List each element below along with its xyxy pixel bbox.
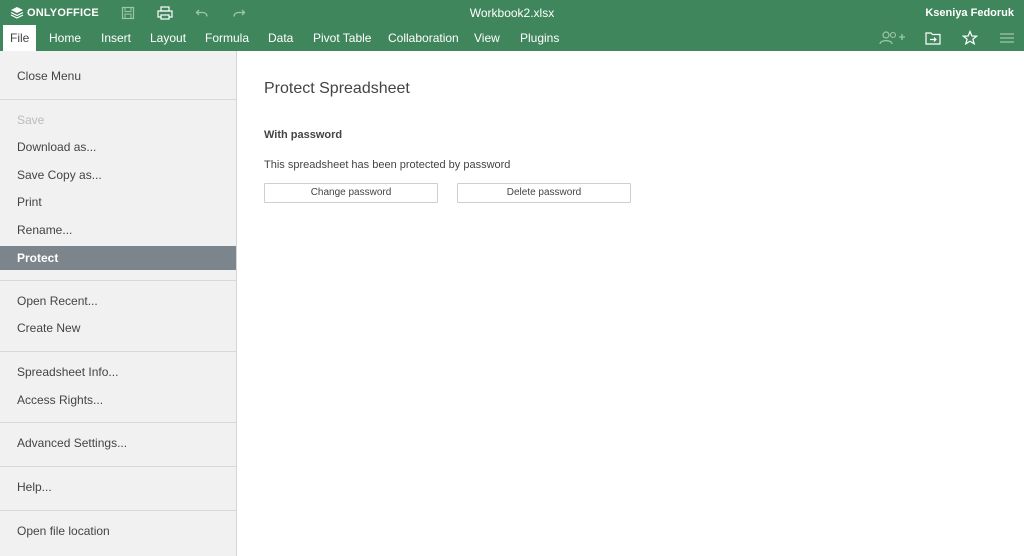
menu-separator xyxy=(0,510,236,511)
ribbon-tab-bar: File Home Insert Layout Formula Data Piv… xyxy=(0,25,1024,51)
tab-home[interactable]: Home xyxy=(42,25,88,51)
menu-separator xyxy=(0,466,236,467)
menu-spreadsheet-info[interactable]: Spreadsheet Info... xyxy=(0,361,236,383)
tab-data[interactable]: Data xyxy=(261,25,300,51)
onlyoffice-logo-icon xyxy=(10,7,24,19)
logo-text: ONLYOFFICE xyxy=(27,7,99,19)
save-icon[interactable] xyxy=(119,4,137,22)
open-location-icon[interactable] xyxy=(923,29,943,47)
tab-insert[interactable]: Insert xyxy=(94,25,138,51)
menu-access-rights[interactable]: Access Rights... xyxy=(0,389,236,411)
protection-status-text: This spreadsheet has been protected by p… xyxy=(264,159,511,171)
tab-collaboration[interactable]: Collaboration xyxy=(381,25,466,51)
add-user-icon[interactable] xyxy=(878,29,906,47)
print-icon[interactable] xyxy=(156,4,174,22)
menu-download-as[interactable]: Download as... xyxy=(0,136,236,158)
menu-separator xyxy=(0,351,236,352)
undo-icon[interactable] xyxy=(193,4,211,22)
panel-title: Protect Spreadsheet xyxy=(264,80,410,97)
protect-panel: Protect Spreadsheet With password This s… xyxy=(237,51,1024,556)
file-menu: Close Menu Save Download as... Save Copy… xyxy=(0,51,237,556)
menu-open-recent[interactable]: Open Recent... xyxy=(0,290,236,312)
tab-file[interactable]: File xyxy=(3,25,37,51)
menu-save: Save xyxy=(17,113,45,127)
menu-separator xyxy=(0,280,236,281)
menu-close-menu[interactable]: Close Menu xyxy=(0,65,236,87)
tab-plugins[interactable]: Plugins xyxy=(513,25,566,51)
tab-pivot-table[interactable]: Pivot Table xyxy=(306,25,378,51)
delete-password-button[interactable]: Delete password xyxy=(457,183,631,203)
menu-separator xyxy=(0,422,236,423)
menu-help[interactable]: Help... xyxy=(0,476,236,498)
menu-create-new[interactable]: Create New xyxy=(0,317,236,339)
favorite-star-icon[interactable] xyxy=(960,29,980,47)
document-title: Workbook2.xlsx xyxy=(469,6,555,20)
menu-advanced-settings[interactable]: Advanced Settings... xyxy=(0,432,236,454)
menu-open-file-location[interactable]: Open file location xyxy=(0,520,236,542)
title-bar: ONLYOFFICE Workbook2.xlsx Kseniya Fedoru… xyxy=(0,0,1024,25)
menu-rename[interactable]: Rename... xyxy=(0,219,236,241)
section-title: With password xyxy=(264,129,343,141)
change-password-button[interactable]: Change password xyxy=(264,183,438,203)
onlyoffice-logo: ONLYOFFICE xyxy=(10,5,99,21)
menu-print[interactable]: Print xyxy=(0,191,236,213)
menu-save-copy-as[interactable]: Save Copy as... xyxy=(0,164,236,186)
hamburger-menu-icon[interactable] xyxy=(997,29,1017,47)
redo-icon[interactable] xyxy=(230,4,248,22)
tab-formula[interactable]: Formula xyxy=(198,25,256,51)
tab-view[interactable]: View xyxy=(467,25,507,51)
menu-protect[interactable]: Protect xyxy=(0,246,236,270)
menu-separator xyxy=(0,99,236,100)
tab-layout[interactable]: Layout xyxy=(143,25,193,51)
user-name[interactable]: Kseniya Fedoruk xyxy=(925,7,1014,19)
